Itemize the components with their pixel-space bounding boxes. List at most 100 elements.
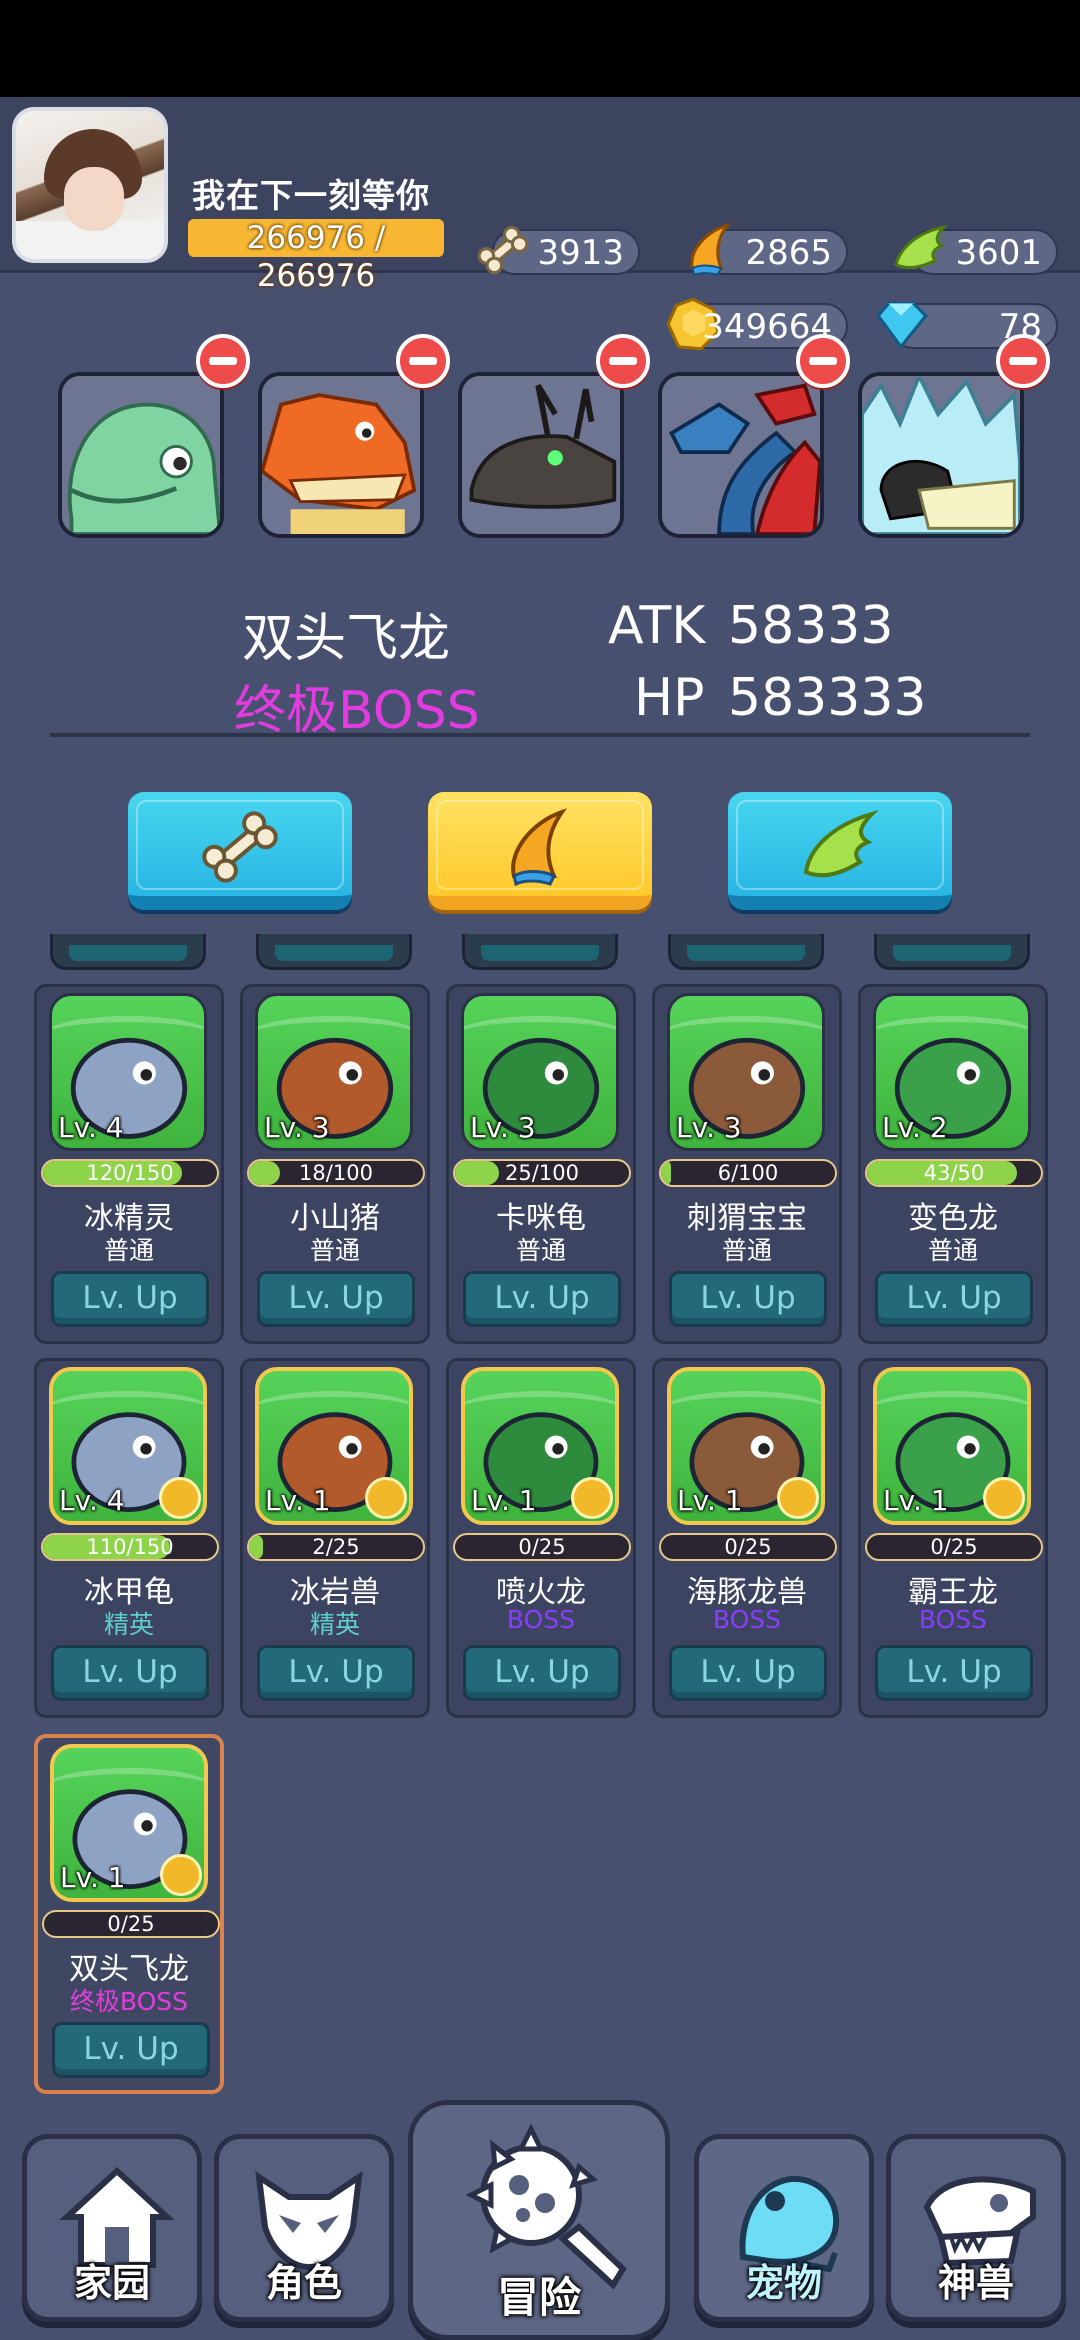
bone-icon <box>477 225 529 275</box>
pet-rank: 普通 <box>309 1236 360 1265</box>
pet-portrait[interactable]: Lv. 3 <box>461 993 619 1151</box>
pet-xp-bar: 2/25 <box>247 1533 425 1561</box>
pet-card[interactable]: Lv. 3 25/100 卡咪龟 普通 Lv. Up <box>446 984 636 1344</box>
level-up-button[interactable]: Lv. Up <box>875 1271 1033 1327</box>
pet-level: Lv. 1 <box>265 1484 331 1517</box>
pet-xp-bar: 6/100 <box>659 1159 837 1187</box>
pet-xp-text: 18/100 <box>299 1161 373 1185</box>
selected-atk-value: 58333 <box>728 596 894 656</box>
feed-bone-button[interactable] <box>128 792 352 910</box>
pet-card[interactable]: Lv. 1 2/25 冰岩兽 精英 Lv. Up <box>240 1358 430 1718</box>
pet-rank: BOSS <box>712 1605 782 1634</box>
feed-claw-button[interactable] <box>428 792 652 910</box>
pet-rank: 普通 <box>103 1236 154 1265</box>
two-headed-dragon-portrait <box>662 376 820 534</box>
team-slot-3[interactable] <box>458 372 624 538</box>
pet-level: Lv. 3 <box>264 1111 330 1144</box>
nav-label: 宠物 <box>745 2261 822 2305</box>
resource-wing[interactable]: 3601 <box>894 224 1058 275</box>
level-up-button[interactable]: Lv. Up <box>669 1645 827 1701</box>
nav-label: 家园 <box>73 2261 150 2305</box>
card-peek <box>668 934 824 970</box>
pet-xp-bar: 110/150 <box>41 1533 219 1561</box>
gold-coin-icon <box>160 1854 202 1896</box>
player-avatar[interactable] <box>12 107 168 263</box>
pet-xp-bar: 0/25 <box>453 1533 631 1561</box>
level-up-button[interactable]: Lv. Up <box>51 1271 209 1327</box>
gold-coin-icon <box>571 1477 613 1519</box>
pet-xp-text: 110/150 <box>86 1535 174 1559</box>
pet-portrait[interactable]: Lv. 4 <box>49 993 207 1151</box>
pet-xp-text: 6/100 <box>717 1161 779 1185</box>
nav-adventure[interactable]: 冒险 <box>408 2100 670 2340</box>
pet-level: Lv. 3 <box>470 1111 536 1144</box>
nav-character[interactable]: 角色 <box>214 2134 394 2322</box>
pet-portrait[interactable]: Lv. 3 <box>255 993 413 1151</box>
wing-icon <box>803 810 879 878</box>
player-header: 我在下一刻等你 266976 / 266976 3913 2865 3601 3… <box>0 97 1080 351</box>
pet-xp-text: 120/150 <box>86 1161 174 1185</box>
level-up-button[interactable]: Lv. Up <box>257 1645 415 1701</box>
pet-level: Lv. 1 <box>677 1484 743 1517</box>
selected-hp-label: HP <box>634 668 705 728</box>
pet-level: Lv. 3 <box>676 1111 742 1144</box>
pet-level: Lv. 1 <box>471 1484 537 1517</box>
nav-label: 神兽 <box>937 2261 1014 2305</box>
level-up-button[interactable]: Lv. Up <box>463 1271 621 1327</box>
pet-card[interactable]: Lv. 4 110/150 冰甲龟 精英 Lv. Up <box>34 1358 224 1718</box>
level-up-button[interactable]: Lv. Up <box>257 1271 415 1327</box>
pet-xp-bar: 120/150 <box>41 1159 219 1187</box>
resource-value: 3913 <box>537 233 624 273</box>
pet-card[interactable]: Lv. 1 0/25 霸王龙 BOSS Lv. Up <box>858 1358 1048 1718</box>
nav-home[interactable]: 家园 <box>22 2134 202 2322</box>
pet-portrait[interactable]: Lv. 1 <box>667 1367 825 1525</box>
pet-card[interactable]: Lv. 2 43/50 变色龙 普通 Lv. Up <box>858 984 1048 1344</box>
feed-wing-button[interactable] <box>728 792 952 910</box>
resource-claw[interactable]: 2865 <box>690 222 848 277</box>
player-name: 我在下一刻等你 <box>192 176 430 215</box>
nav-label: 角色 <box>265 2261 342 2305</box>
pet-xp-text: 43/50 <box>923 1161 985 1185</box>
remove-team-1-button[interactable] <box>196 334 250 388</box>
pet-portrait[interactable]: Lv. 1 <box>50 1744 208 1902</box>
level-up-button[interactable]: Lv. Up <box>875 1645 1033 1701</box>
pet-xp-text: 0/25 <box>930 1535 978 1559</box>
remove-team-2-button[interactable] <box>396 334 450 388</box>
remove-team-5-button[interactable] <box>996 334 1050 388</box>
pet-card[interactable]: Lv. 1 0/25 喷火龙 BOSS Lv. Up <box>446 1358 636 1718</box>
level-up-button[interactable]: Lv. Up <box>52 2022 210 2078</box>
pet-portrait[interactable]: Lv. 4 <box>49 1367 207 1525</box>
pet-xp-text: 2/25 <box>312 1535 360 1559</box>
remove-team-3-button[interactable] <box>596 334 650 388</box>
nav-divine-beast[interactable]: 神兽 <box>886 2134 1066 2322</box>
team-slot-5[interactable] <box>858 372 1024 538</box>
pet-xp-bar: 0/25 <box>865 1533 1043 1561</box>
level-up-button[interactable]: Lv. Up <box>669 1271 827 1327</box>
team-slot-2[interactable] <box>258 372 424 538</box>
pet-card[interactable]: Lv. 4 120/150 冰精灵 普通 Lv. Up <box>34 984 224 1344</box>
pet-card[interactable]: Lv. 1 0/25 海豚龙兽 BOSS Lv. Up <box>652 1358 842 1718</box>
pet-level: Lv. 1 <box>60 1861 126 1894</box>
resource-bone[interactable]: 3913 <box>477 225 640 275</box>
pet-card[interactable]: Lv. 3 18/100 小山猪 普通 Lv. Up <box>240 984 430 1344</box>
gold-coin-icon <box>983 1477 1025 1519</box>
pet-portrait[interactable]: Lv. 1 <box>461 1367 619 1525</box>
resource-value: 3601 <box>955 233 1042 273</box>
level-up-button[interactable]: Lv. Up <box>51 1645 209 1701</box>
pet-portrait[interactable]: Lv. 2 <box>873 993 1031 1151</box>
status-bar <box>0 0 1080 97</box>
pet-portrait[interactable]: Lv. 1 <box>873 1367 1031 1525</box>
team-slot-1[interactable] <box>58 372 224 538</box>
pet-portrait[interactable]: Lv. 3 <box>667 993 825 1151</box>
pet-grid[interactable]: Lv. 4 120/150 冰精灵 普通 Lv. Up Lv. 3 18/100 小山猪 普通 L… <box>0 934 1080 2094</box>
nav-label: 冒险 <box>496 2273 581 2322</box>
pet-rank: 普通 <box>515 1236 566 1265</box>
pet-card[interactable]: Lv. 1 0/25 双头飞龙 终极BOSS Lv. Up <box>34 1734 224 2094</box>
remove-team-4-button[interactable] <box>796 334 850 388</box>
level-up-button[interactable]: Lv. Up <box>463 1645 621 1701</box>
pet-portrait[interactable]: Lv. 1 <box>255 1367 413 1525</box>
nav-pets[interactable]: 宠物 <box>694 2134 874 2322</box>
team-slot-4[interactable] <box>658 372 824 538</box>
selected-pet-rank: 终极BOSS <box>234 681 480 741</box>
pet-card[interactable]: Lv. 3 6/100 刺猬宝宝 普通 Lv. Up <box>652 984 842 1344</box>
